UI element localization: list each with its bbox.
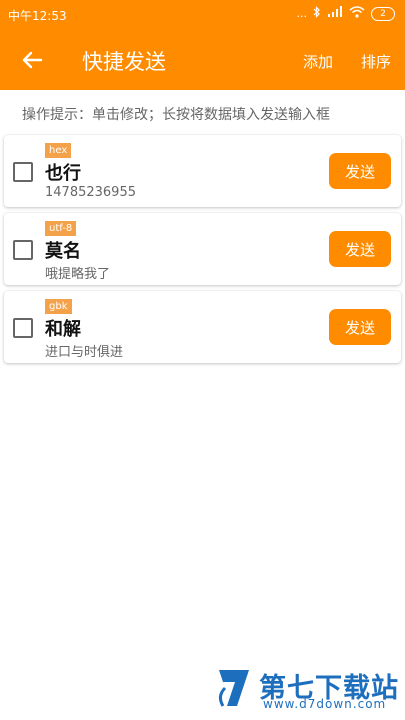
item-checkbox[interactable] — [13, 240, 33, 260]
bluetooth-icon — [313, 6, 321, 21]
send-button[interactable]: 发送 — [329, 309, 391, 345]
status-bar: 中午12:53 ... 2 — [0, 0, 405, 30]
send-button[interactable]: 发送 — [329, 153, 391, 189]
watermark-url: www.d7down.com — [263, 697, 387, 711]
signal-icon — [327, 6, 343, 21]
list-item[interactable]: gbk 和解 进口与时俱进 发送 — [4, 291, 401, 363]
add-button[interactable]: 添加 — [303, 51, 333, 72]
page-title: 快捷发送 — [82, 50, 166, 74]
item-checkbox[interactable] — [13, 318, 33, 338]
watermark: 第七下载站 www.d7down.com — [209, 664, 399, 714]
item-data: 14785236955 — [45, 185, 136, 200]
encoding-badge: utf-8 — [45, 221, 77, 236]
item-name: 莫名 — [45, 241, 81, 262]
more-dots-icon: ... — [296, 7, 308, 20]
quick-send-list: hex 也行 14785236955 发送 utf-8 莫名 哦提略我了 发送 … — [4, 135, 401, 369]
item-data: 哦提略我了 — [45, 267, 111, 282]
send-button[interactable]: 发送 — [329, 231, 391, 267]
operation-hint: 操作提示：单击修改；长按将数据填入发送输入框 — [22, 107, 330, 123]
list-item[interactable]: utf-8 莫名 哦提略我了 发送 — [4, 213, 401, 285]
item-name: 也行 — [45, 163, 81, 184]
app-bar: 快捷发送 添加 排序 — [0, 30, 405, 90]
encoding-badge: gbk — [45, 299, 72, 314]
wifi-icon — [349, 6, 365, 21]
item-data: 进口与时俱进 — [45, 345, 124, 360]
status-icons: ... 2 — [296, 6, 395, 21]
sort-button[interactable]: 排序 — [361, 51, 391, 72]
list-item[interactable]: hex 也行 14785236955 发送 — [4, 135, 401, 207]
status-time: 中午12:53 — [8, 9, 67, 23]
d7-logo-icon — [215, 666, 255, 710]
battery-icon: 2 — [371, 6, 395, 21]
encoding-badge: hex — [45, 143, 72, 158]
item-name: 和解 — [45, 319, 81, 340]
back-arrow-icon[interactable] — [20, 48, 44, 72]
item-checkbox[interactable] — [13, 162, 33, 182]
